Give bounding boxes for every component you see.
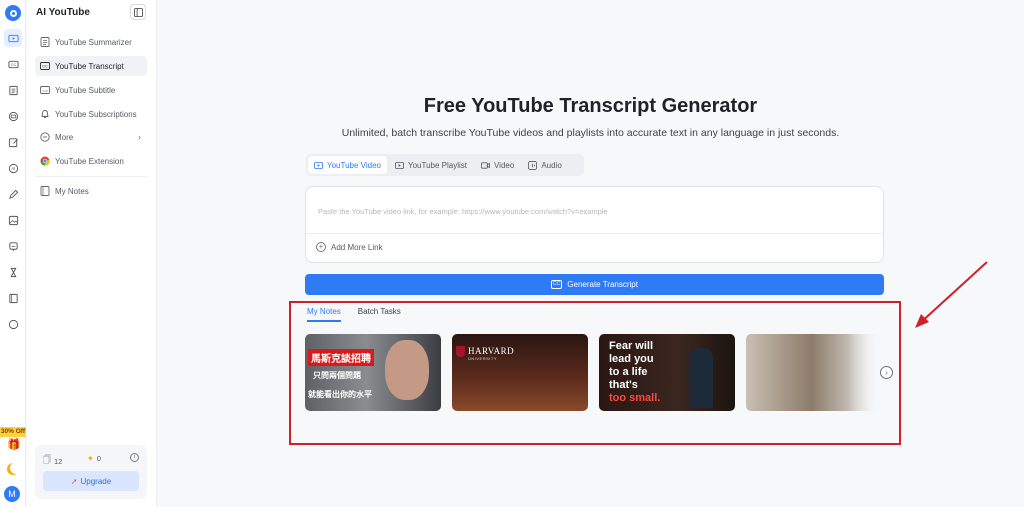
promo-badge[interactable]: 30% Off — [0, 427, 26, 437]
chevron-right-icon: › — [138, 132, 141, 142]
bell-icon — [40, 109, 50, 119]
info-icon[interactable]: i — [130, 453, 139, 462]
video-icon — [314, 161, 323, 170]
logo-icon[interactable] — [5, 5, 21, 21]
tab-youtube-playlist[interactable]: YouTube Playlist — [389, 156, 473, 174]
sidebar-item-label: YouTube Subtitle — [55, 85, 116, 95]
tab-video[interactable]: Video — [475, 156, 520, 174]
cc-icon: CC — [40, 61, 50, 71]
sidebar-item-label: YouTube Extension — [55, 156, 124, 166]
plus-circle-icon: + — [316, 242, 326, 252]
audio-icon — [528, 160, 538, 170]
files-icon: 🗍 — [43, 455, 51, 464]
svg-text:AI: AI — [11, 166, 15, 171]
notebook-icon — [40, 186, 50, 196]
sidebar-divider — [35, 176, 147, 177]
svg-text:CC: CC — [10, 63, 16, 67]
usage-card: 🗍 12 ✦ 0 i ➚ Upgrade — [35, 445, 147, 499]
input-divider — [306, 233, 883, 234]
moon-icon[interactable] — [10, 462, 22, 474]
document-icon — [40, 37, 50, 47]
source-tabs: YouTube Video YouTube Playlist Video Aud… — [306, 154, 584, 176]
playlist-icon — [395, 161, 404, 170]
sidebar-item-transcript[interactable]: CC YouTube Transcript — [35, 56, 147, 76]
subtitle-icon — [40, 85, 50, 95]
sidebar: AI YouTube YouTube Summarizer CC YouTube… — [27, 0, 157, 507]
annotation-arrow-icon — [915, 261, 988, 328]
files-count: 🗍 12 — [43, 454, 62, 468]
page-subtitle: Unlimited, batch transcribe YouTube vide… — [341, 127, 840, 139]
points-count: ✦ 0 — [87, 454, 101, 463]
hourglass-icon[interactable] — [4, 263, 22, 281]
monitor-icon[interactable] — [4, 107, 22, 125]
tab-youtube-video[interactable]: YouTube Video — [308, 156, 387, 174]
camera-icon — [481, 161, 490, 170]
page-title: Free YouTube Transcript Generator — [423, 95, 758, 117]
sidebar-item-label: YouTube Transcript — [55, 61, 124, 71]
gift-icon[interactable]: 🎁 — [7, 440, 21, 451]
svg-text:CC: CC — [42, 65, 48, 69]
app-title: AI YouTube — [36, 7, 90, 18]
rocket-icon: ➚ — [70, 476, 78, 486]
sidebar-toggle-icon — [133, 7, 143, 17]
document-icon[interactable] — [4, 81, 22, 99]
circle-icon[interactable] — [4, 315, 22, 333]
sidebar-item-notes[interactable]: My Notes — [35, 181, 147, 201]
sidebar-item-subscriptions[interactable]: YouTube Subscriptions — [35, 104, 147, 124]
chat-icon[interactable]: AI — [4, 159, 22, 177]
edit-icon[interactable] — [4, 133, 22, 151]
tab-audio[interactable]: Audio — [522, 156, 567, 174]
video-icon[interactable] — [4, 29, 22, 47]
upgrade-button[interactable]: ➚ Upgrade — [43, 471, 139, 491]
sidebar-item-label: YouTube Summarizer — [55, 37, 132, 47]
icon-rail: CC AI 30% Off 🎁 M — [0, 0, 26, 507]
generate-transcript-button[interactable]: CC Generate Transcript — [305, 274, 884, 295]
cc-icon: CC — [551, 280, 563, 289]
sidebar-item-label: My Notes — [55, 186, 89, 196]
chrome-icon — [40, 156, 50, 166]
more-icon — [40, 132, 50, 142]
sidebar-item-label: More — [55, 132, 74, 142]
annotation-highlight-box — [289, 301, 901, 445]
robot-icon[interactable] — [4, 237, 22, 255]
cc-icon[interactable]: CC — [4, 55, 22, 73]
sidebar-item-summarizer[interactable]: YouTube Summarizer — [35, 32, 147, 52]
sidebar-item-label: YouTube Subscriptions — [55, 109, 137, 119]
pen-icon[interactable] — [4, 185, 22, 203]
image-icon[interactable] — [4, 211, 22, 229]
video-link-input[interactable] — [318, 204, 868, 218]
collapse-sidebar-button[interactable] — [130, 4, 146, 20]
sidebar-item-subtitle[interactable]: YouTube Subtitle — [35, 80, 147, 100]
sparkle-icon: ✦ — [87, 454, 94, 463]
avatar[interactable]: M — [4, 486, 20, 502]
sidebar-item-extension[interactable]: YouTube Extension — [35, 151, 147, 171]
add-more-link-button[interactable]: + Add More Link — [316, 242, 383, 252]
link-input-box: + Add More Link — [305, 186, 884, 263]
book-icon[interactable] — [4, 289, 22, 307]
sidebar-item-more[interactable]: More › — [35, 127, 147, 147]
